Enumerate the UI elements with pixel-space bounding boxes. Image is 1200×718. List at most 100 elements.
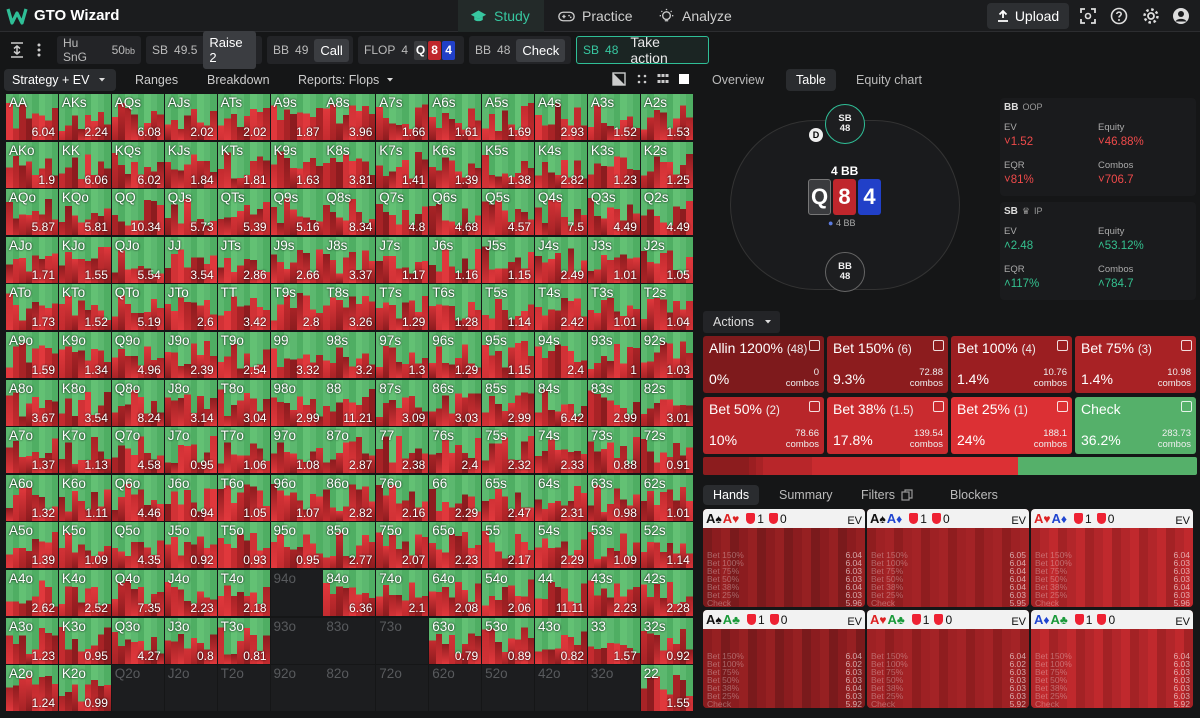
hand-cell[interactable]: 84o 6.36 [323, 570, 376, 616]
hand-cell[interactable]: 76s 2.4 [429, 427, 482, 474]
hand-cell[interactable]: T7s 1.29 [376, 284, 429, 331]
hand-cell[interactable]: 64s 2.31 [535, 474, 587, 521]
hand-cell[interactable]: KJo 1.55 [58, 236, 111, 283]
hand-cell[interactable]: QQ 10.34 [111, 189, 164, 236]
hand-cell[interactable]: 94s 2.4 [535, 332, 587, 378]
hand-card[interactable]: A ♠ A ♣ 1 0 EV Bet 150% Bet 100% Bet 75% Bet 50% Be… [703, 610, 865, 708]
hand-cell[interactable]: A3o 1.23 [6, 617, 58, 664]
hand-cell[interactable]: Q9s 5.16 [270, 189, 323, 236]
hand-cell[interactable]: AJs 2.02 [164, 94, 217, 140]
hand-cell[interactable]: 97s 1.3 [376, 332, 429, 378]
hand-cell[interactable]: 63o 0.79 [429, 617, 482, 664]
hand-cell[interactable]: 42o [535, 665, 587, 712]
hand-cell[interactable]: K9s 1.63 [270, 141, 323, 188]
view-mode-grid-icon[interactable] [656, 72, 670, 86]
hand-cell[interactable]: AQs 6.08 [111, 94, 164, 140]
hand-cell[interactable]: J5o 0.92 [164, 522, 217, 569]
upload-button[interactable]: Upload [987, 3, 1069, 29]
nav-tab-study[interactable]: Study [458, 0, 544, 32]
hand-cell[interactable]: T6s 1.28 [429, 284, 482, 331]
line-step-bb-call[interactable]: BB 49 Call [267, 36, 353, 64]
hand-cell[interactable]: T9o 2.54 [217, 332, 270, 378]
hand-cell[interactable]: KK 6.06 [58, 141, 111, 188]
view-mode-compact-icon[interactable] [635, 72, 649, 86]
action-option[interactable]: Allin 1200% (48) 0% 0 combos [703, 336, 824, 393]
hand-cell[interactable]: 96s 1.29 [429, 332, 482, 378]
nav-tab-analyze[interactable]: Analyze [646, 0, 746, 32]
hand-cell[interactable]: 52o [482, 665, 535, 712]
hand-cell[interactable]: QJs 5.73 [164, 189, 217, 236]
hand-cell[interactable]: Q4o 7.35 [111, 570, 164, 616]
hand-cell[interactable]: 54o 2.06 [482, 570, 535, 616]
hand-cell[interactable]: Q2o [111, 665, 164, 712]
hand-cell[interactable]: QTs 5.39 [217, 189, 270, 236]
tab-filters[interactable]: Filters [861, 485, 913, 505]
collapse-icon[interactable] [6, 38, 28, 62]
gear-icon[interactable] [1142, 7, 1160, 25]
hand-cell[interactable]: T3o 0.81 [217, 617, 270, 664]
hand-cell[interactable]: K8o 3.54 [58, 379, 111, 426]
hand-cell[interactable]: K5s 1.38 [482, 141, 535, 188]
hand-cell[interactable]: 43s 2.23 [587, 570, 640, 616]
hand-cell[interactable]: K4o 2.52 [58, 570, 111, 616]
hand-cell[interactable]: Q5s 4.57 [482, 189, 535, 236]
hand-cell[interactable]: KQo 5.81 [58, 189, 111, 236]
hand-cell[interactable]: T9s 2.8 [270, 284, 323, 331]
hand-cell[interactable]: 97o 1.08 [270, 427, 323, 474]
hand-cell[interactable]: A2s 1.53 [640, 94, 693, 140]
hand-cell[interactable]: A4o 2.62 [6, 570, 58, 616]
tab-summary[interactable]: Summary [779, 485, 832, 505]
hand-cell[interactable]: 62o [429, 665, 482, 712]
action-option[interactable]: Bet 25% (1) 24% 188.1 combos [951, 397, 1072, 454]
hand-cell[interactable]: KTo 1.52 [58, 284, 111, 331]
hand-cell[interactable]: 43o 0.82 [535, 617, 587, 664]
hand-cell[interactable]: 73s 0.88 [587, 427, 640, 474]
hand-cell[interactable]: 74o 2.1 [376, 570, 429, 616]
hand-cell[interactable]: K7o 1.13 [58, 427, 111, 474]
hand-cell[interactable]: 54s 2.29 [535, 522, 587, 569]
hand-cell[interactable]: 84s 6.42 [535, 379, 587, 426]
hand-cell[interactable]: A8o 3.67 [6, 379, 58, 426]
hand-cell[interactable]: JJ 3.54 [164, 236, 217, 283]
hand-cell[interactable]: JTs 2.86 [217, 236, 270, 283]
hand-cell[interactable]: T6o 1.05 [217, 474, 270, 521]
hand-card[interactable]: A ♠ A ♥ 1 0 EV Bet 150% Bet 100% Bet 75% Bet 50% Be… [703, 509, 865, 607]
action-option[interactable]: Bet 100% (4) 1.4% 10.76 combos [951, 336, 1072, 393]
line-step-bb-check[interactable]: BB 48 Check [469, 36, 571, 64]
hand-cell[interactable]: 66 2.29 [429, 474, 482, 521]
hand-cell[interactable]: Q8s 8.34 [323, 189, 376, 236]
action-detail-icon[interactable] [933, 340, 944, 351]
hand-cell[interactable]: J8o 3.14 [164, 379, 217, 426]
hand-cell[interactable]: A9s 1.87 [270, 94, 323, 140]
hand-card[interactable]: A ♥ A ♦ 1 0 EV Bet 150% Bet 100% Bet 75% Bet 50% Be… [1031, 509, 1193, 607]
action-detail-icon[interactable] [1057, 340, 1068, 351]
hand-cell[interactable]: AKo 1.9 [6, 141, 58, 188]
hand-cell[interactable]: A6o 1.32 [6, 474, 58, 521]
hand-cell[interactable]: 22 1.55 [640, 665, 693, 712]
scan-screenshot-icon[interactable] [1079, 7, 1097, 25]
hand-cell[interactable]: J6s 1.16 [429, 236, 482, 283]
hand-cell[interactable]: 98s 3.2 [323, 332, 376, 378]
hand-cell[interactable]: J6o 0.94 [164, 474, 217, 521]
hand-cell[interactable]: T3s 1.01 [587, 284, 640, 331]
action-option[interactable]: Bet 75% (3) 1.4% 10.98 combos [1075, 336, 1196, 393]
hand-cell[interactable]: 75s 2.32 [482, 427, 535, 474]
hand-cell[interactable]: 72s 0.91 [640, 427, 693, 474]
hand-cell[interactable]: J7o 0.95 [164, 427, 217, 474]
hand-cell[interactable]: 94o [270, 570, 323, 616]
hand-cell[interactable]: T4o 2.18 [217, 570, 270, 616]
hand-cell[interactable]: T2s 1.04 [640, 284, 693, 331]
hand-cell[interactable]: Q7o 4.58 [111, 427, 164, 474]
tab-breakdown[interactable]: Breakdown [207, 69, 270, 91]
hand-cell[interactable]: J7s 1.17 [376, 236, 429, 283]
hand-cell[interactable]: T2o [217, 665, 270, 712]
hand-cell[interactable]: KTs 1.81 [217, 141, 270, 188]
hand-cell[interactable]: 95o 0.95 [270, 522, 323, 569]
hand-cell[interactable]: A7o 1.37 [6, 427, 58, 474]
tab-equity-chart[interactable]: Equity chart [856, 69, 922, 91]
hand-cell[interactable]: 53s 1.09 [587, 522, 640, 569]
hand-cell[interactable]: 73o [376, 617, 429, 664]
hand-cell[interactable]: K5o 1.09 [58, 522, 111, 569]
action-option[interactable]: Check 36.2% 283.73 combos [1075, 397, 1196, 454]
hand-cell[interactable]: J9o 2.39 [164, 332, 217, 378]
